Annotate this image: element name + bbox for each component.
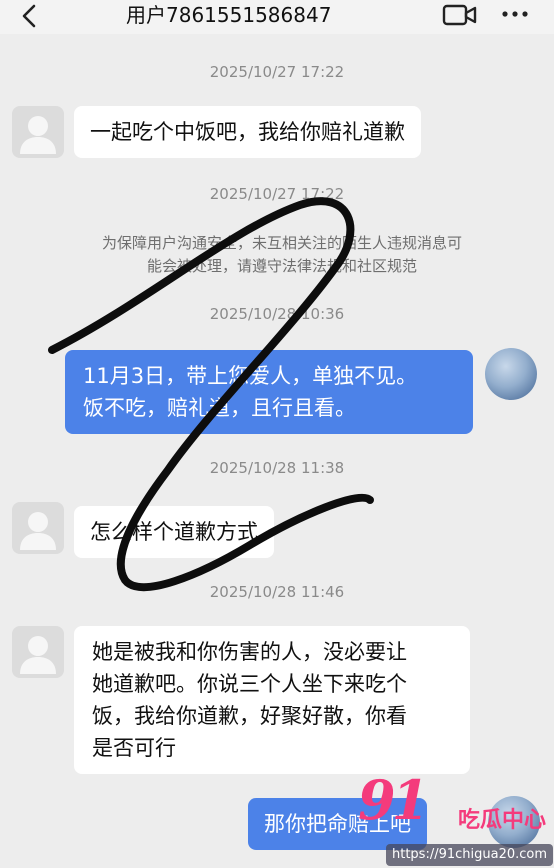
message-line: 她是被我和你伤害的人，没必要让 (92, 640, 407, 664)
timestamp: 2025/10/28 11:46 (209, 583, 345, 601)
safety-notice-line: 为保障用户沟通安全，未互相关注的陌生人违规消息可 (101, 234, 462, 252)
chat-header: 用户7861551586847 (0, 0, 554, 34)
contact-avatar[interactable] (12, 502, 64, 554)
video-call-icon[interactable] (442, 3, 478, 27)
default-avatar-icon (20, 636, 56, 674)
back-chevron-icon[interactable] (16, 2, 44, 30)
watermark: 91 吃瓜中心 https://91chigua20.com (358, 770, 554, 868)
message-line: 饭，我给你道歉，好聚好散，你看 (92, 704, 407, 728)
safety-notice: 为保障用户沟通安全，未互相关注的陌生人违规消息可 能会被处理，请遵守法律法规和社… (62, 232, 502, 278)
timestamp: 2025/10/27 17:22 (209, 63, 345, 81)
more-dots-icon[interactable] (500, 5, 530, 23)
message-line: 是否可行 (92, 736, 176, 760)
default-avatar-icon (20, 116, 56, 154)
contact-avatar[interactable] (12, 626, 64, 678)
message-bubble-incoming[interactable]: 她是被我和你伤害的人，没必要让 她道歉吧。你说三个人坐下来吃个 饭，我给你道歉，… (74, 626, 470, 774)
timestamp: 2025/10/27 17:22 (209, 185, 345, 203)
message-line: 11月3日，带上您爱人，单独不见。 (83, 364, 418, 388)
contact-name: 用户7861551586847 (126, 3, 332, 27)
self-avatar[interactable] (485, 348, 537, 400)
watermark-logo: 91 (358, 768, 429, 832)
message-bubble-incoming[interactable]: 怎么样个道歉方式 (74, 506, 274, 558)
watermark-url: https://91chigua20.com (386, 844, 554, 866)
message-line: 饭不吃，赔礼道，且行且看。 (83, 396, 356, 420)
safety-notice-line: 能会被处理，请遵守法律法规和社区规范 (146, 257, 417, 275)
message-line: 她道歉吧。你说三个人坐下来吃个 (92, 672, 407, 696)
watermark-brand: 吃瓜中心 (458, 808, 547, 833)
message-bubble-incoming[interactable]: 一起吃个中饭吧，我给你赔礼道歉 (74, 106, 421, 158)
timestamp: 2025/10/28 10:36 (209, 305, 345, 323)
message-bubble-outgoing[interactable]: 11月3日，带上您爱人，单独不见。 饭不吃，赔礼道，且行且看。 (65, 350, 473, 434)
timestamp: 2025/10/28 11:38 (209, 459, 345, 477)
contact-avatar[interactable] (12, 106, 64, 158)
default-avatar-icon (20, 512, 56, 550)
